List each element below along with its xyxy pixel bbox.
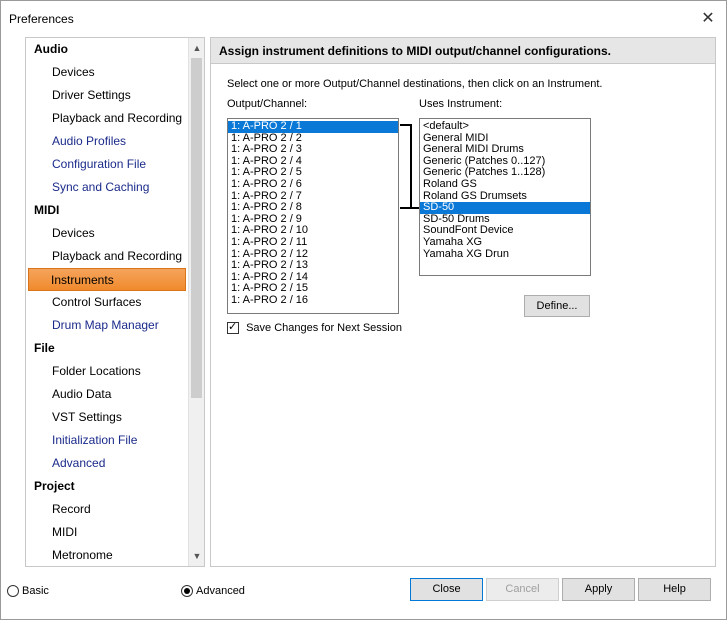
instrument-item[interactable]: Generic (Patches 1..128) (420, 167, 590, 179)
output-channel-item[interactable]: 1: A-PRO 2 / 4 (228, 156, 398, 168)
sidebar-item[interactable]: Instruments (28, 268, 186, 291)
help-button[interactable]: Help (638, 578, 711, 601)
instruments-panel: Assign instrument definitions to MIDI ou… (210, 37, 716, 567)
sidebar-item[interactable]: Audio Data (26, 383, 188, 406)
sidebar-item[interactable]: MIDI (26, 521, 188, 544)
save-changes-checkbox-row[interactable]: ✓ Save Changes for Next Session (227, 321, 402, 336)
sidebar-item[interactable]: Metronome (26, 544, 188, 566)
output-channel-item[interactable]: 1: A-PRO 2 / 2 (228, 133, 398, 145)
close-button[interactable]: Close (410, 578, 483, 601)
sidebar-item[interactable]: Playback and Recording (26, 245, 188, 268)
sidebar-item[interactable]: Advanced (26, 452, 188, 475)
scroll-up-icon[interactable]: ▲ (189, 40, 204, 56)
sidebar-item[interactable]: Playback and Recording (26, 107, 188, 130)
instrument-item[interactable]: Yamaha XG (420, 237, 590, 249)
define-button[interactable]: Define... (524, 295, 590, 317)
output-channel-item[interactable]: 1: A-PRO 2 / 1 (228, 121, 398, 133)
basic-radio-label: Basic (22, 585, 49, 598)
basic-radio[interactable]: Basic (7, 584, 49, 598)
window-title: Preferences (9, 12, 74, 26)
instrument-item[interactable]: General MIDI Drums (420, 144, 590, 156)
sidebar-item[interactable]: Folder Locations (26, 360, 188, 383)
sidebar-scrollbar[interactable]: ▲ ▼ (188, 38, 204, 566)
preferences-sidebar: Audio Devices Driver Settings Playback and … (25, 37, 205, 567)
instrument-item[interactable]: General MIDI (420, 133, 590, 145)
output-channel-item[interactable]: 1: A-PRO 2 / 10 (228, 225, 398, 237)
advanced-radio-icon[interactable] (181, 585, 193, 598)
sidebar-item[interactable]: Devices (26, 222, 188, 245)
instrument-item[interactable]: Roland GS (420, 179, 590, 191)
panel-header: Assign instrument definitions to MIDI ou… (211, 38, 715, 64)
instrument-item[interactable]: Roland GS Drumsets (420, 191, 590, 203)
output-channel-item[interactable]: 1: A-PRO 2 / 3 (228, 144, 398, 156)
uses-instrument-label: Uses Instrument: (419, 98, 503, 110)
apply-button[interactable]: Apply (562, 578, 635, 601)
output-channel-item[interactable]: 1: A-PRO 2 / 9 (228, 214, 398, 226)
output-channel-item[interactable]: 1: A-PRO 2 / 15 (228, 283, 398, 295)
bottom-bar: Basic Advanced Close Cancel Apply Help (1, 576, 726, 606)
scrollbar-thumb[interactable] (191, 58, 202, 398)
output-channel-item[interactable]: 1: A-PRO 2 / 6 (228, 179, 398, 191)
output-channel-label: Output/Channel: (227, 98, 308, 110)
instrument-item[interactable]: Yamaha XG Drun (420, 249, 590, 261)
output-channel-item[interactable]: 1: A-PRO 2 / 13 (228, 260, 398, 272)
title-bar: Preferences ✕ (1, 1, 726, 37)
basic-radio-icon[interactable] (7, 585, 19, 598)
sidebar-item[interactable]: VST Settings (26, 406, 188, 429)
preferences-window: Preferences ✕ Audio Devices Driver Setting… (0, 0, 727, 620)
sidebar-item[interactable]: Driver Settings (26, 84, 188, 107)
output-channel-item[interactable]: 1: A-PRO 2 / 14 (228, 272, 398, 284)
output-channel-item[interactable]: 1: A-PRO 2 / 5 (228, 167, 398, 179)
sidebar-tree: Audio Devices Driver Settings Playback and … (26, 38, 188, 566)
sidebar-item[interactable]: Record (26, 498, 188, 521)
instrument-item[interactable]: <default> (420, 121, 590, 133)
instrument-item[interactable]: SD-50 Drums (420, 214, 590, 226)
output-channel-item[interactable]: 1: A-PRO 2 / 8 (228, 202, 398, 214)
instrument-item[interactable]: Generic (Patches 0..127) (420, 156, 590, 168)
save-changes-label: Save Changes for Next Session (246, 322, 402, 335)
output-channel-item[interactable]: 1: A-PRO 2 / 7 (228, 191, 398, 203)
sidebar-category[interactable]: MIDI (26, 199, 188, 222)
advanced-radio-label: Advanced (196, 585, 245, 598)
checkmark-icon: ✓ (228, 321, 238, 334)
sidebar-category[interactable]: File (26, 337, 188, 360)
cancel-button[interactable]: Cancel (486, 578, 559, 601)
output-channel-item[interactable]: 1: A-PRO 2 / 11 (228, 237, 398, 249)
instrument-item[interactable]: SoundFont Device (420, 225, 590, 237)
advanced-radio[interactable]: Advanced (181, 584, 245, 598)
sidebar-item[interactable]: Control Surfaces (26, 291, 188, 314)
instructions-text: Select one or more Output/Channel destin… (227, 78, 603, 90)
output-channel-item[interactable]: 1: A-PRO 2 / 12 (228, 249, 398, 261)
output-channel-list[interactable]: 1: A-PRO 2 / 1 1: A-PRO 2 / 2 1: A-PRO 2 /… (227, 118, 399, 314)
close-icon[interactable]: ✕ (698, 9, 718, 29)
sidebar-item[interactable]: Sync and Caching (26, 176, 188, 199)
sidebar-category[interactable]: Project (26, 475, 188, 498)
instrument-item[interactable]: SD-50 (420, 202, 590, 214)
output-channel-item[interactable]: 1: A-PRO 2 / 16 (228, 295, 398, 307)
scroll-down-icon[interactable]: ▼ (189, 548, 204, 564)
sidebar-item[interactable]: Initialization File (26, 429, 188, 452)
save-changes-checkbox[interactable]: ✓ (227, 321, 239, 335)
sidebar-item[interactable]: Drum Map Manager (26, 314, 188, 337)
sidebar-item[interactable]: Audio Profiles (26, 130, 188, 153)
sidebar-item[interactable]: Devices (26, 61, 188, 84)
assignment-bracket (400, 124, 412, 209)
sidebar-item[interactable]: Configuration File (26, 153, 188, 176)
sidebar-category[interactable]: Audio (26, 38, 188, 61)
instrument-list[interactable]: <default> General MIDI General MIDI Drums G… (419, 118, 591, 276)
